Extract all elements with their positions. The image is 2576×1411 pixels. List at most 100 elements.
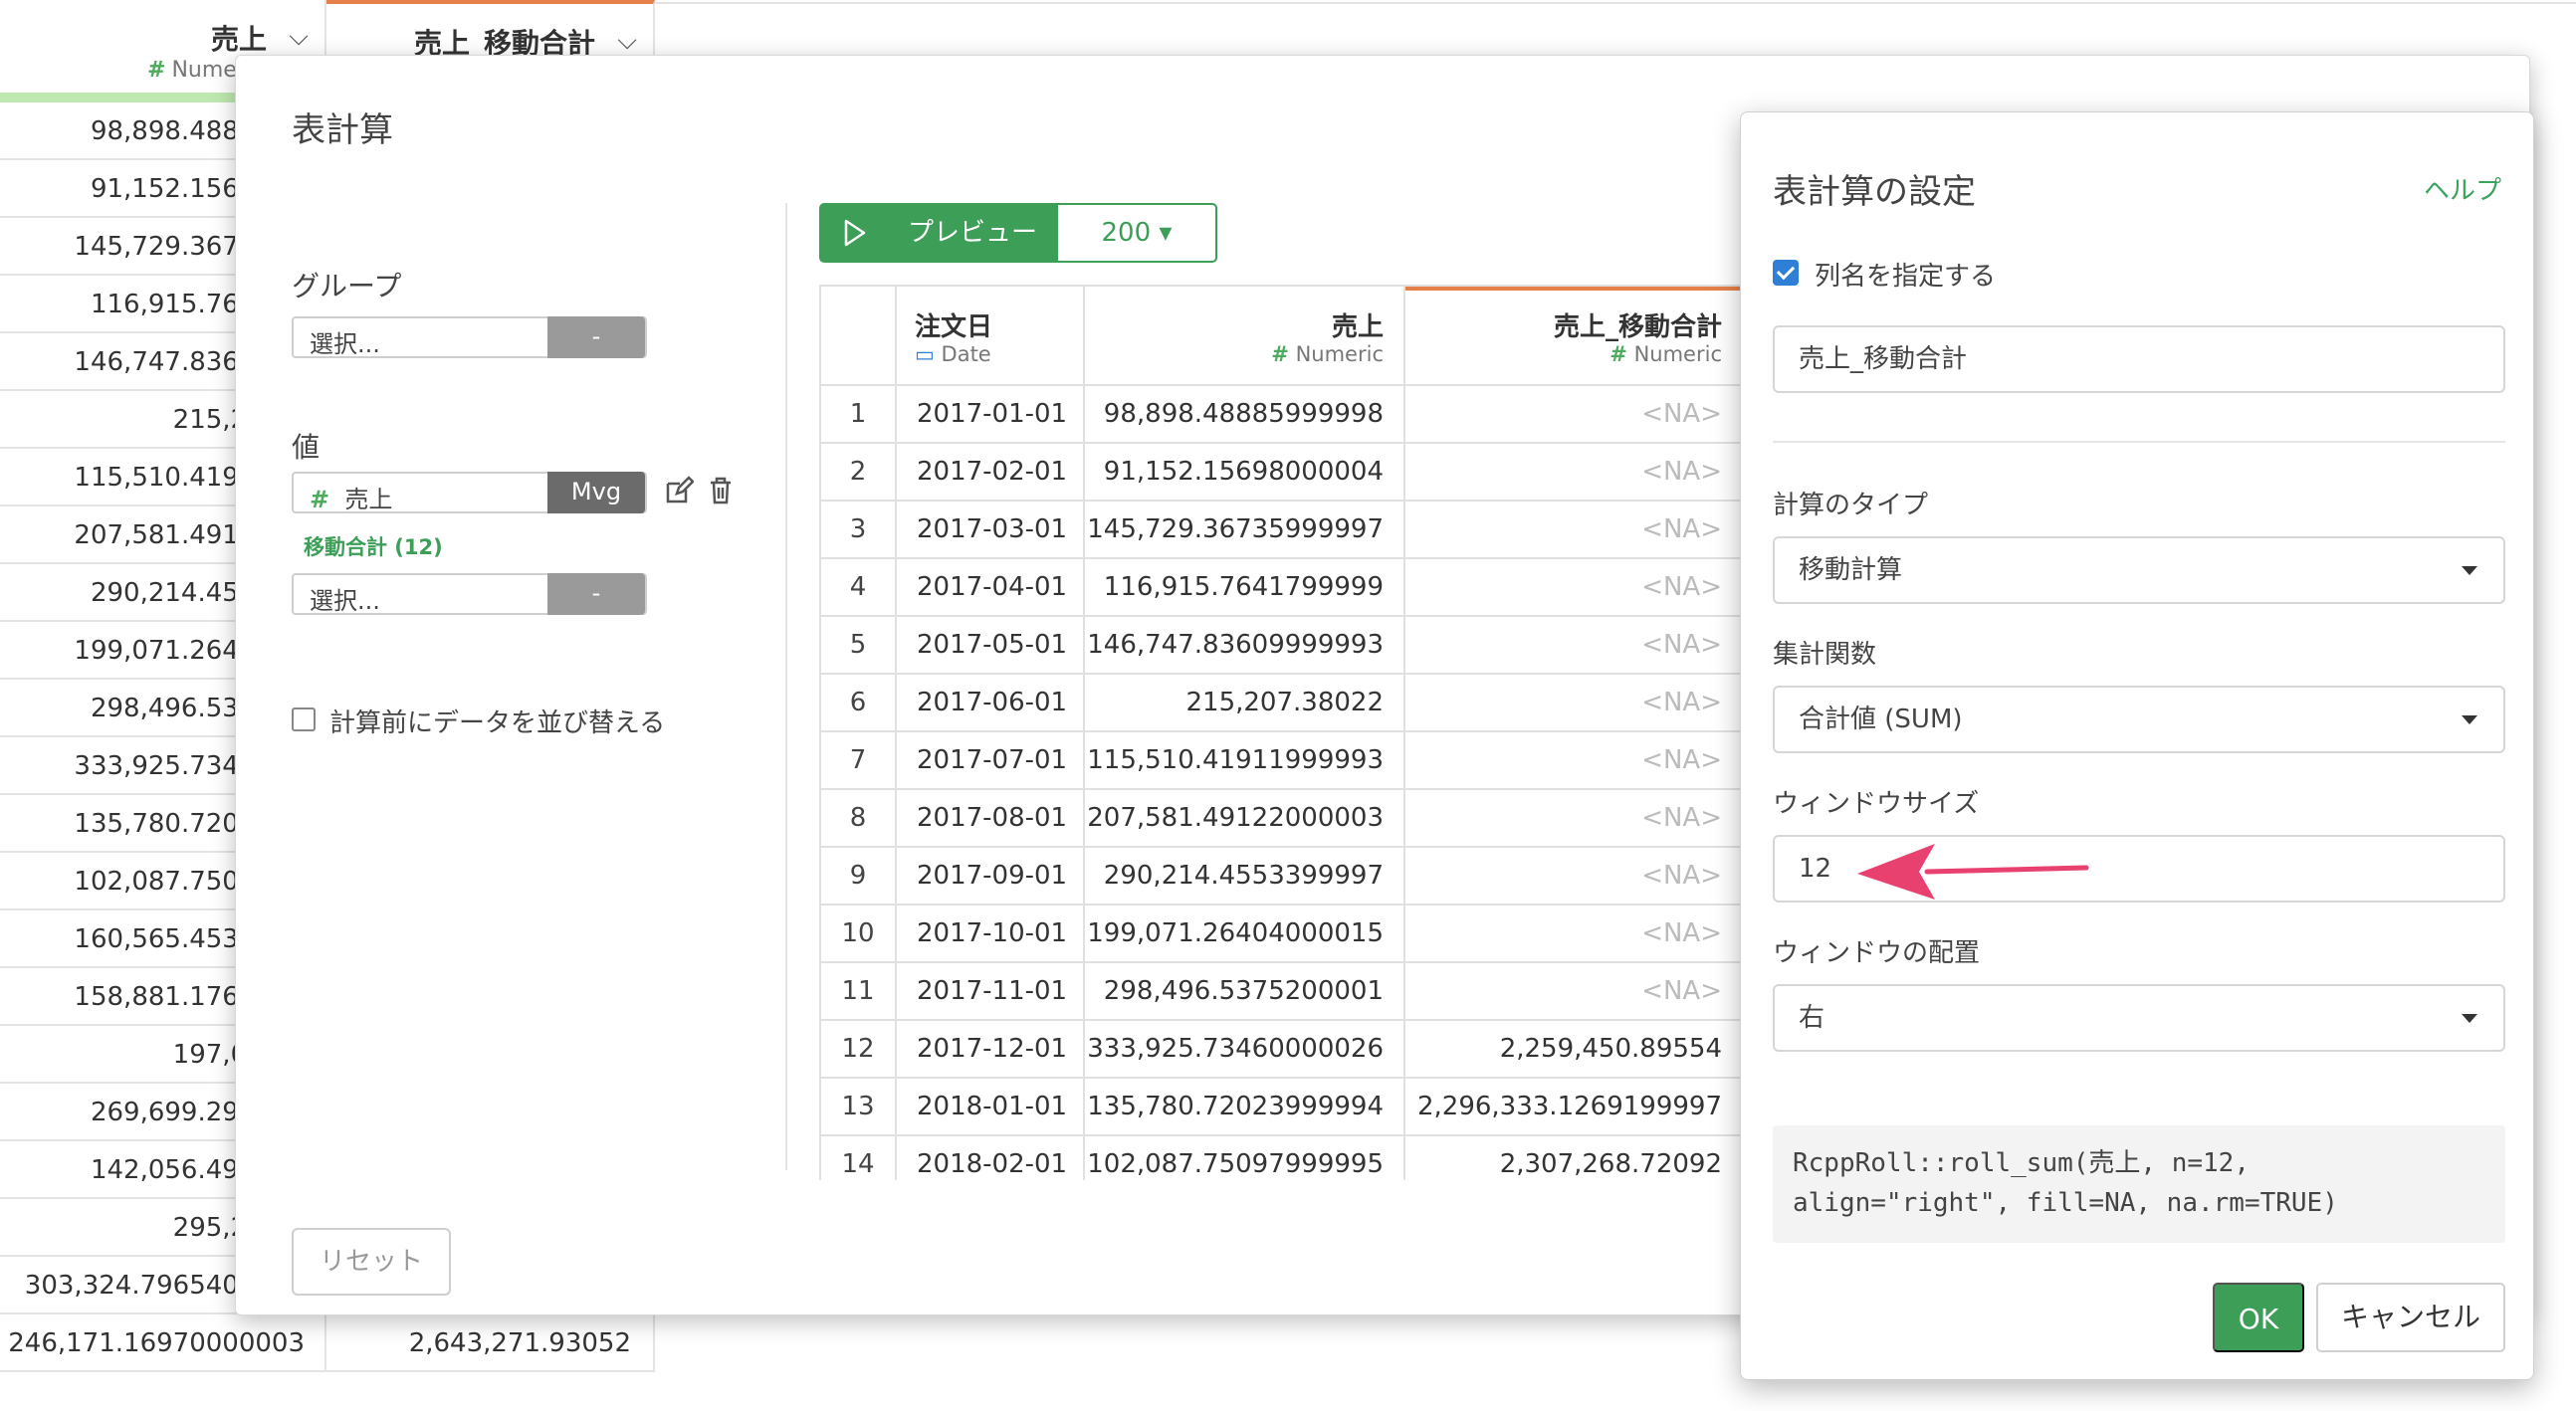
edit-icon[interactable] — [662, 476, 696, 509]
cell-sales-moving-sum: <NA> — [1405, 559, 1740, 617]
chevron-down-icon[interactable]: ⌵ — [617, 26, 637, 57]
window-align-select[interactable]: 右 — [1773, 984, 2505, 1052]
cell-sales: 199,071.26404000015 — [1085, 906, 1405, 963]
cell-order-date: 2017-10-01 — [897, 906, 1085, 963]
cell-sales-moving-sum: 2,259,450.89554 — [1405, 1021, 1740, 1079]
table-row: 11 2017-11-01 298,496.5375200001 <NA> — [821, 963, 1740, 1021]
table-row: 10 2017-10-01 199,071.26404000015 <NA> — [821, 906, 1740, 963]
preview-button-label: プレビュー — [907, 218, 1037, 248]
help-link[interactable]: ヘルプ — [2424, 170, 2501, 207]
cell-sales-moving-sum: <NA> — [1405, 790, 1740, 848]
column-header-label: 注文日 — [915, 312, 993, 342]
cell-order-date: 2017-11-01 — [897, 963, 1085, 1021]
row-index: 10 — [821, 906, 897, 963]
cell-sales-moving-sum: <NA> — [1405, 502, 1740, 559]
table-row: 2 2017-02-01 91,152.15698000004 <NA> — [821, 444, 1740, 502]
table-row: 9 2017-09-01 290,214.4553399997 <NA> — [821, 848, 1740, 906]
divider — [1773, 441, 2505, 443]
agg-func-label: 集計関数 — [1773, 640, 1877, 670]
row-index: 1 — [821, 386, 897, 444]
cell-sales: 115,510.41911999993 — [1085, 732, 1405, 790]
row-index: 13 — [821, 1079, 897, 1136]
table-row: 5 2017-05-01 146,747.83609999993 <NA> — [821, 617, 1740, 675]
calc-type-select[interactable]: 移動計算 — [1773, 536, 2505, 604]
colname-input[interactable]: 売上_移動合計 — [1773, 325, 2505, 393]
cancel-button[interactable]: キャンセル — [2316, 1283, 2505, 1352]
column-type: # Nume — [147, 58, 237, 83]
cell-sales: 98,898.48885999998 — [1085, 386, 1405, 444]
play-icon — [844, 219, 866, 247]
trash-icon[interactable] — [704, 476, 738, 509]
cell-sales: 290,214.4553399997 — [1085, 848, 1405, 906]
row-index: 3 — [821, 502, 897, 559]
window-align-value: 右 — [1799, 1003, 1825, 1033]
value-label: 値 — [292, 431, 321, 464]
table-row: 13 2018-01-01 135,780.72023999994 2,296,333… — [821, 1079, 1740, 1136]
table-row: 3 2017-03-01 145,729.36735999997 <NA> — [821, 502, 1740, 559]
cell-sales: 215,207.38022 — [1085, 675, 1405, 732]
numeric-type-icon: # — [1610, 342, 1627, 366]
caret-down-icon — [2462, 566, 2477, 575]
group-label: グループ — [292, 270, 402, 302]
cell-sales: 207,581.49122000003 — [1085, 790, 1405, 848]
table-row: 8 2017-08-01 207,581.49122000003 <NA> — [821, 790, 1740, 848]
window-size-label: ウィンドウサイズ — [1773, 789, 1980, 819]
cell-order-date: 2017-02-01 — [897, 444, 1085, 502]
cell-order-date: 2017-09-01 — [897, 848, 1085, 906]
cell-sales-moving-sum: <NA> — [1405, 732, 1740, 790]
column-header-sales[interactable]: 売上 # Numeric — [1085, 287, 1405, 386]
preview-rows-dropdown[interactable]: 200 ▾ — [1056, 203, 1217, 263]
group-remove-button[interactable]: - — [547, 316, 645, 358]
row-index: 4 — [821, 559, 897, 617]
cell-sales-moving-sum: <NA> — [1405, 675, 1740, 732]
cell-sales: 116,915.7641799999 — [1085, 559, 1405, 617]
column-type: # Numeric — [1271, 342, 1384, 366]
cell-sales: 298,496.5375200001 — [1085, 963, 1405, 1021]
calc-settings-panel: 表計算の設定 ヘルプ 列名を指定する 売上_移動合計 計算のタイプ 移動計算 集… — [1740, 111, 2534, 1380]
table-row: 4 2017-04-01 116,915.7641799999 <NA> — [821, 559, 1740, 617]
generated-code: RcppRoll::roll_sum(売上, n=12, align="righ… — [1773, 1125, 2505, 1243]
agg-func-select[interactable]: 合計値 (SUM) — [1773, 686, 2505, 753]
cell-sales-moving-sum: <NA> — [1405, 617, 1740, 675]
cell-sales: 145,729.36735999997 — [1085, 502, 1405, 559]
row-index: 12 — [821, 1021, 897, 1079]
row-index: 6 — [821, 675, 897, 732]
cell-order-date: 2017-08-01 — [897, 790, 1085, 848]
cell-sales-moving-sum: <NA> — [1405, 963, 1740, 1021]
table-row: 7 2017-07-01 115,510.41911999993 <NA> — [821, 732, 1740, 790]
row-index: 5 — [821, 617, 897, 675]
sort-before-calc-checkbox[interactable] — [292, 707, 316, 731]
cell-sales-moving-sum: 2,643,271.93052 — [326, 1314, 655, 1372]
annotation-arrow-icon — [1857, 844, 2089, 900]
cell-order-date: 2017-03-01 — [897, 502, 1085, 559]
row-index: 9 — [821, 848, 897, 906]
agg-func-value: 合計値 (SUM) — [1799, 705, 1963, 734]
cell-sales-moving-sum: 2,307,268.72092 — [1405, 1136, 1740, 1180]
table-row: 6 2017-06-01 215,207.38022 <NA> — [821, 675, 1740, 732]
calendar-icon: ▭ — [915, 342, 935, 366]
caret-down-icon — [2462, 1014, 2477, 1023]
row-index-header — [821, 287, 897, 386]
cell-order-date: 2017-04-01 — [897, 559, 1085, 617]
ok-button[interactable]: OK — [2213, 1283, 2304, 1352]
row-index: 14 — [821, 1136, 897, 1180]
settings-title: 表計算の設定 — [1773, 172, 1976, 212]
chevron-down-icon[interactable]: ⌵ — [289, 22, 309, 53]
reset-button[interactable]: リセット — [292, 1228, 451, 1296]
column-header-sales-moving-sum[interactable]: 売上_移動合計 # Numeric — [1405, 287, 1740, 386]
cell-order-date: 2018-02-01 — [897, 1136, 1085, 1180]
row-index: 7 — [821, 732, 897, 790]
preview-table: 注文日 ▭ Date 売上 # Numeric 売上_移動合計 # Numeri… — [819, 285, 1740, 1180]
value-remove-button[interactable]: - — [547, 573, 645, 615]
column-header-order-date[interactable]: 注文日 ▭ Date — [897, 287, 1085, 386]
value-function-button[interactable]: Mvg — [547, 472, 645, 513]
cell-order-date: 2017-05-01 — [897, 617, 1085, 675]
column-type: # Numeric — [1610, 342, 1722, 366]
preview-button[interactable]: プレビュー — [819, 203, 1056, 263]
column-header-label: 売上 — [1331, 312, 1384, 342]
cell-sales: 246,171.16970000003 — [0, 1314, 326, 1372]
window-align-label: ウィンドウの配置 — [1773, 938, 1981, 968]
column-header-label: 売上 — [210, 23, 267, 56]
specify-colname-checkbox[interactable] — [1773, 260, 1799, 286]
cell-order-date: 2017-12-01 — [897, 1021, 1085, 1079]
